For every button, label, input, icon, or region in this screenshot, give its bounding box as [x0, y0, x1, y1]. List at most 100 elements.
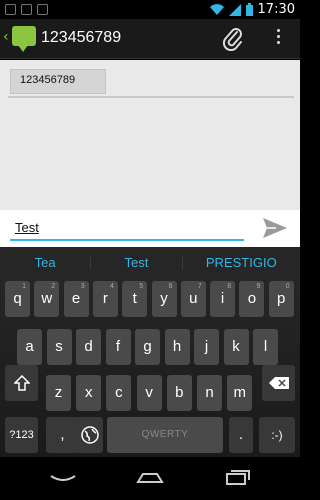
- key-y[interactable]: y6: [151, 281, 177, 317]
- key-d[interactable]: d: [76, 329, 101, 365]
- shift-key[interactable]: [5, 365, 38, 401]
- key-e[interactable]: e3: [63, 281, 89, 317]
- key-label: v: [145, 384, 153, 401]
- send-icon[interactable]: [262, 216, 288, 240]
- key-x[interactable]: x: [76, 375, 102, 411]
- conversation-title: 123456789: [41, 29, 122, 46]
- suggestion-item[interactable]: Test: [90, 254, 183, 270]
- key-label: f: [115, 338, 121, 355]
- space-key[interactable]: QWERTY: [107, 417, 223, 453]
- back-icon[interactable]: [48, 468, 78, 488]
- key-hint: 3: [80, 283, 85, 290]
- key-a[interactable]: a: [17, 329, 42, 365]
- key-hint: 6: [168, 283, 173, 290]
- key-k[interactable]: k: [223, 329, 249, 365]
- key-label: i: [220, 290, 225, 307]
- backspace-key[interactable]: [262, 365, 295, 401]
- key-label: k: [232, 338, 240, 355]
- key-label: z: [54, 384, 63, 401]
- key-hint: 0: [285, 283, 290, 290]
- wifi-icon: [209, 3, 224, 15]
- navigation-bar: [0, 457, 300, 500]
- key-label: g: [143, 338, 152, 355]
- signal-icon: [228, 3, 241, 16]
- recipient-field-underline: [8, 96, 294, 98]
- comma-key[interactable]: ,: [46, 417, 79, 453]
- battery-icon: [245, 3, 253, 16]
- key-label: a: [25, 338, 34, 355]
- key-label: b: [175, 384, 184, 401]
- home-icon[interactable]: [135, 468, 165, 488]
- key-label: l: [263, 338, 268, 355]
- key-label: c: [115, 384, 123, 401]
- key-label: r: [102, 290, 108, 307]
- key-label: o: [247, 290, 257, 307]
- suggestion-item[interactable]: Tea: [0, 255, 90, 270]
- backspace-icon: [268, 377, 289, 389]
- key-hint: 4: [109, 283, 114, 290]
- key-j[interactable]: j: [194, 329, 219, 365]
- up-caret-icon[interactable]: ‹: [3, 29, 9, 45]
- key-label: x: [84, 384, 93, 401]
- key-label: j: [204, 338, 209, 355]
- gallery-notification-icon: [5, 4, 16, 15]
- recipient-chip[interactable]: 123456789: [10, 69, 106, 94]
- key-label: p: [277, 290, 286, 307]
- key-z[interactable]: z: [46, 375, 71, 411]
- key-q[interactable]: q1: [5, 281, 30, 317]
- recent-apps-icon[interactable]: [222, 468, 252, 488]
- message-input[interactable]: Test: [10, 216, 244, 241]
- status-time: 17:30: [257, 2, 295, 17]
- key-g[interactable]: g: [135, 329, 160, 365]
- key-p[interactable]: p0: [268, 281, 294, 317]
- key-i[interactable]: i8: [210, 281, 236, 317]
- key-label: d: [84, 338, 93, 355]
- key-hint: 7: [197, 283, 202, 290]
- key-hint: 1: [22, 283, 26, 290]
- language-key[interactable]: [76, 417, 103, 453]
- period-key[interactable]: .: [229, 417, 253, 453]
- suggestion-strip: Tea Test PRESTIGIO: [0, 247, 300, 277]
- key-u[interactable]: u7: [180, 281, 206, 317]
- action-bar: ‹ 123456789: [0, 19, 300, 59]
- key-l[interactable]: l: [253, 329, 278, 365]
- keyboard: ?123 , QWERTY . :-) q1w2e3r4t5y6u7i8o9p0…: [0, 277, 300, 457]
- key-m[interactable]: m: [227, 375, 253, 411]
- key-label: w: [41, 290, 53, 307]
- key-w[interactable]: w2: [34, 281, 60, 317]
- key-b[interactable]: b: [166, 375, 192, 411]
- smiley-key[interactable]: :-): [259, 417, 295, 453]
- suggestion-item[interactable]: PRESTIGIO: [183, 255, 300, 270]
- messaging-app-icon[interactable]: [12, 26, 36, 52]
- key-v[interactable]: v: [136, 375, 162, 411]
- key-label: y: [160, 290, 168, 307]
- key-label: e: [71, 290, 81, 307]
- key-f[interactable]: f: [105, 329, 131, 365]
- attach-icon[interactable]: [222, 27, 244, 51]
- key-label: n: [205, 384, 214, 401]
- message-text: Test: [15, 220, 39, 235]
- image-notification-icon: [21, 4, 32, 15]
- key-h[interactable]: h: [164, 329, 190, 365]
- conversation-area: 123456789: [0, 60, 300, 210]
- notification-icons: [5, 4, 48, 15]
- key-n[interactable]: n: [197, 375, 222, 411]
- download-notification-icon: [37, 4, 48, 15]
- overflow-menu-icon[interactable]: [268, 29, 288, 49]
- key-r[interactable]: r4: [92, 281, 118, 317]
- key-hint: 2: [51, 283, 56, 290]
- symbols-key[interactable]: ?123: [5, 417, 38, 453]
- key-label: s: [55, 338, 63, 355]
- key-c[interactable]: c: [106, 375, 132, 411]
- compose-bar: Test: [0, 210, 300, 247]
- key-label: q: [13, 290, 22, 307]
- key-hint: 5: [139, 283, 144, 290]
- key-hint: 9: [256, 283, 261, 290]
- key-label: m: [233, 384, 246, 401]
- key-o[interactable]: o9: [239, 281, 265, 317]
- key-label: h: [172, 338, 182, 355]
- shift-icon: [12, 374, 31, 391]
- key-hint: 8: [227, 283, 232, 290]
- key-t[interactable]: t5: [122, 281, 148, 317]
- key-s[interactable]: s: [46, 329, 72, 365]
